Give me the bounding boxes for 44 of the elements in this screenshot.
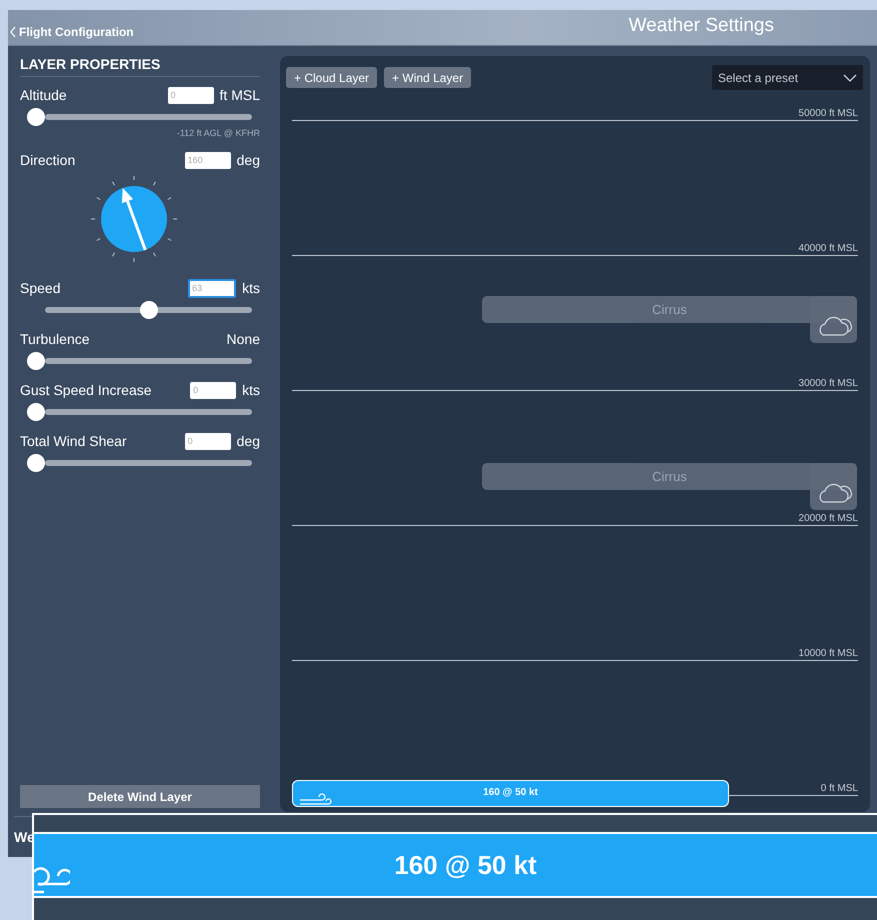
- section-heading: LAYER PROPERTIES: [20, 56, 260, 77]
- altitude-note: -112 ft AGL @ KFHR: [176, 128, 260, 138]
- property-label: Altitude: [20, 87, 67, 103]
- slider-thumb[interactable]: [27, 352, 45, 370]
- turbulence-reading: None: [226, 331, 260, 347]
- property-label: Total Wind Shear: [20, 433, 127, 449]
- altitude-label: 50000 ft MSL: [798, 108, 858, 120]
- altitude-label: 10000 ft MSL: [798, 648, 858, 660]
- unit-label: ft MSL: [220, 87, 260, 103]
- altitude-label: 40000 ft MSL: [798, 243, 858, 255]
- number-field[interactable]: 0: [168, 86, 214, 104]
- back-link[interactable]: Flight Configuration: [8, 24, 134, 38]
- number-field[interactable]: 160: [184, 152, 231, 168]
- delete-layer-button[interactable]: Delete Wind Layer: [20, 785, 260, 808]
- preset-dropdown[interactable]: Select a preset: [712, 65, 863, 90]
- unit-label: kts: [242, 382, 260, 398]
- back-chevron-icon: [10, 26, 16, 38]
- slider-thumb[interactable]: [27, 403, 45, 421]
- property-label: Direction: [20, 152, 76, 168]
- number-field[interactable]: 63: [188, 278, 236, 298]
- altitude-label: 0 ft MSL: [820, 783, 858, 795]
- slider-thumb[interactable]: [27, 454, 45, 472]
- add-layer-button[interactable]: + Wind Layer: [384, 67, 472, 88]
- wind-icon: [298, 792, 334, 806]
- cloud-tab[interactable]: [810, 463, 857, 510]
- property-label: Turbulence: [20, 331, 90, 347]
- chevron-down-icon: [843, 74, 857, 82]
- property-label: Speed: [20, 280, 60, 296]
- slider-thumb[interactable]: [27, 108, 45, 126]
- number-field[interactable]: 0: [184, 432, 231, 450]
- altitude-label: 20000 ft MSL: [798, 513, 858, 525]
- window-title: Weather Settings: [628, 14, 774, 36]
- property-label: Gust Speed Increase: [20, 382, 152, 398]
- add-layer-button[interactable]: + Cloud Layer: [286, 67, 378, 88]
- wind-layer-bar[interactable]: 160 @ 50 kt: [292, 780, 729, 807]
- unit-label: deg: [236, 433, 260, 449]
- cloud-tab[interactable]: [810, 296, 857, 343]
- direction-dial[interactable]: [89, 174, 179, 264]
- unit-label: kts: [242, 280, 260, 296]
- altitude-label: 30000 ft MSL: [798, 378, 858, 390]
- slider-thumb[interactable]: [140, 301, 158, 319]
- number-field[interactable]: 0: [190, 382, 236, 398]
- unit-label: deg: [236, 152, 260, 168]
- wind-layer-label: 160 @ 50 kt: [394, 850, 537, 880]
